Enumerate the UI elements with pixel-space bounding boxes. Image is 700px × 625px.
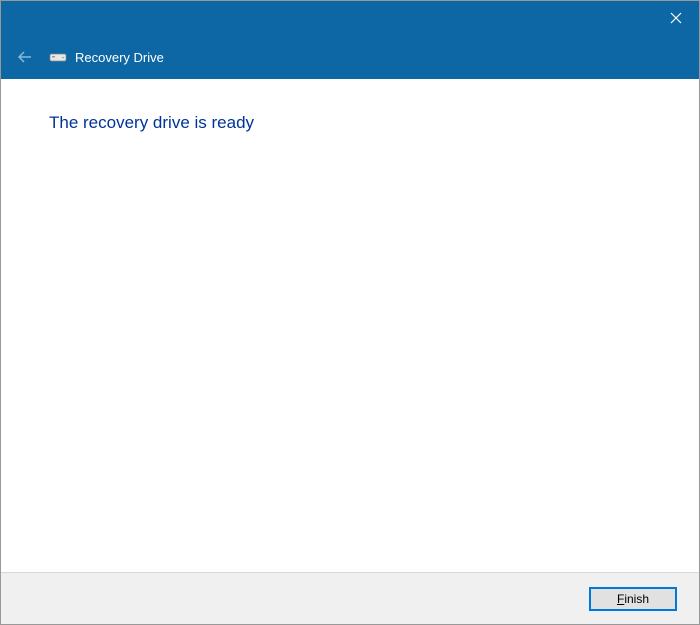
back-arrow-icon [16,48,34,66]
back-button [13,45,37,69]
finish-button-rest: inish [624,592,649,606]
content-area: The recovery drive is ready [1,79,699,573]
close-button[interactable] [653,1,699,35]
footer-bar: Finish [1,572,699,624]
finish-button[interactable]: Finish [589,587,677,611]
close-icon [670,12,682,24]
page-heading: The recovery drive is ready [49,113,651,133]
wizard-title: Recovery Drive [75,50,164,65]
titlebar [1,1,699,35]
drive-icon [49,50,67,64]
wizard-header: Recovery Drive [1,35,699,79]
